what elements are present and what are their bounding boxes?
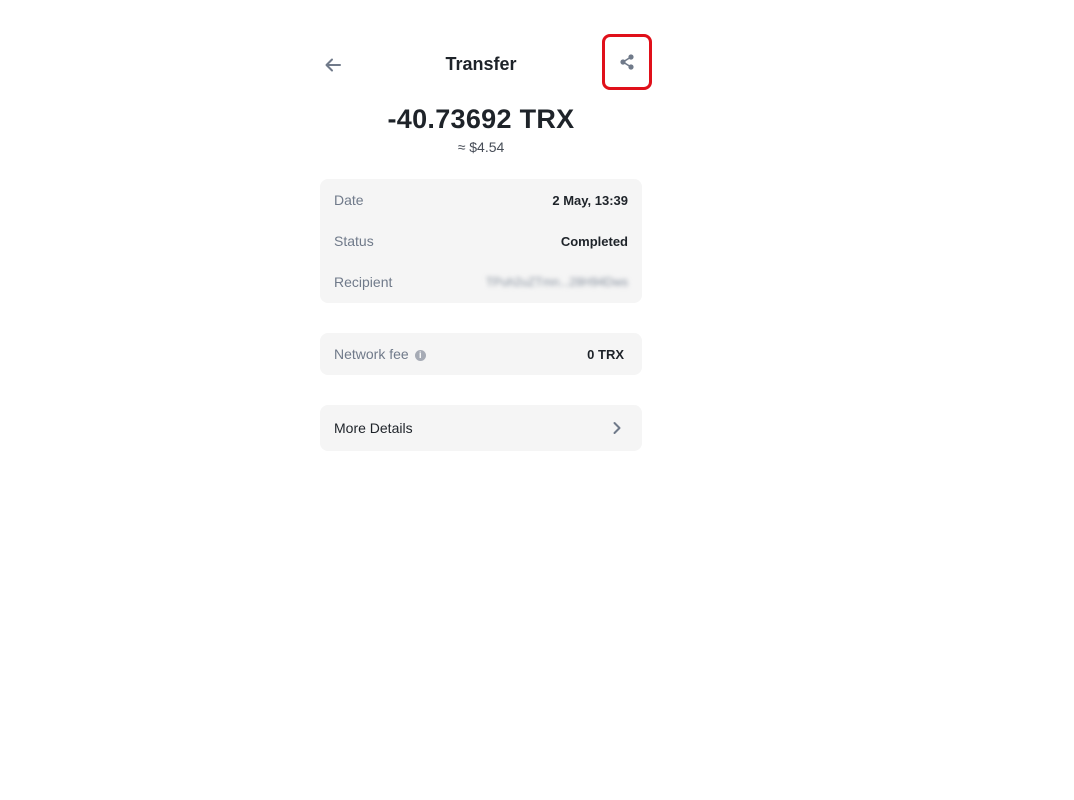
page-title: Transfer xyxy=(445,54,517,74)
recipient-row: Recipient TPuh2uZTmn...28H94Dws xyxy=(334,272,628,292)
date-label: Date xyxy=(334,192,364,208)
transfer-screen: Transfer -40.73692 TRX ≈ $4.54 Date 2 Ma… xyxy=(320,0,652,800)
status-value: Completed xyxy=(560,233,628,249)
more-details-button[interactable]: More Details xyxy=(320,405,642,451)
more-details-label: More Details xyxy=(334,420,413,436)
fiat-equivalent: ≈ $4.54 xyxy=(457,139,505,155)
more-details-row: More Details xyxy=(334,418,622,438)
details-card: Date 2 May, 13:39 Status Completed Recip… xyxy=(320,179,642,303)
status-label: Status xyxy=(334,233,374,249)
chevron-right-icon xyxy=(613,422,621,434)
network-fee-label-group: Network fee i xyxy=(334,346,426,362)
network-fee-label: Network fee xyxy=(334,346,409,362)
network-fee-card: Network fee i 0 TRX xyxy=(320,333,642,375)
info-icon[interactable]: i xyxy=(414,350,426,361)
status-row: Status Completed xyxy=(334,231,628,251)
share-icon xyxy=(620,54,634,70)
recipient-address[interactable]: TPuh2uZTmn...28H94Dws xyxy=(486,275,628,289)
share-button[interactable] xyxy=(602,34,652,90)
transfer-amount: -40.73692 TRX xyxy=(387,104,575,134)
recipient-label: Recipient xyxy=(334,274,393,290)
network-fee-value: 0 TRX xyxy=(587,346,624,362)
network-fee-row: Network fee i 0 TRX xyxy=(334,344,624,364)
header-bar: Transfer xyxy=(320,34,652,90)
date-value: 2 May, 13:39 xyxy=(552,192,628,208)
date-row: Date 2 May, 13:39 xyxy=(334,190,628,210)
